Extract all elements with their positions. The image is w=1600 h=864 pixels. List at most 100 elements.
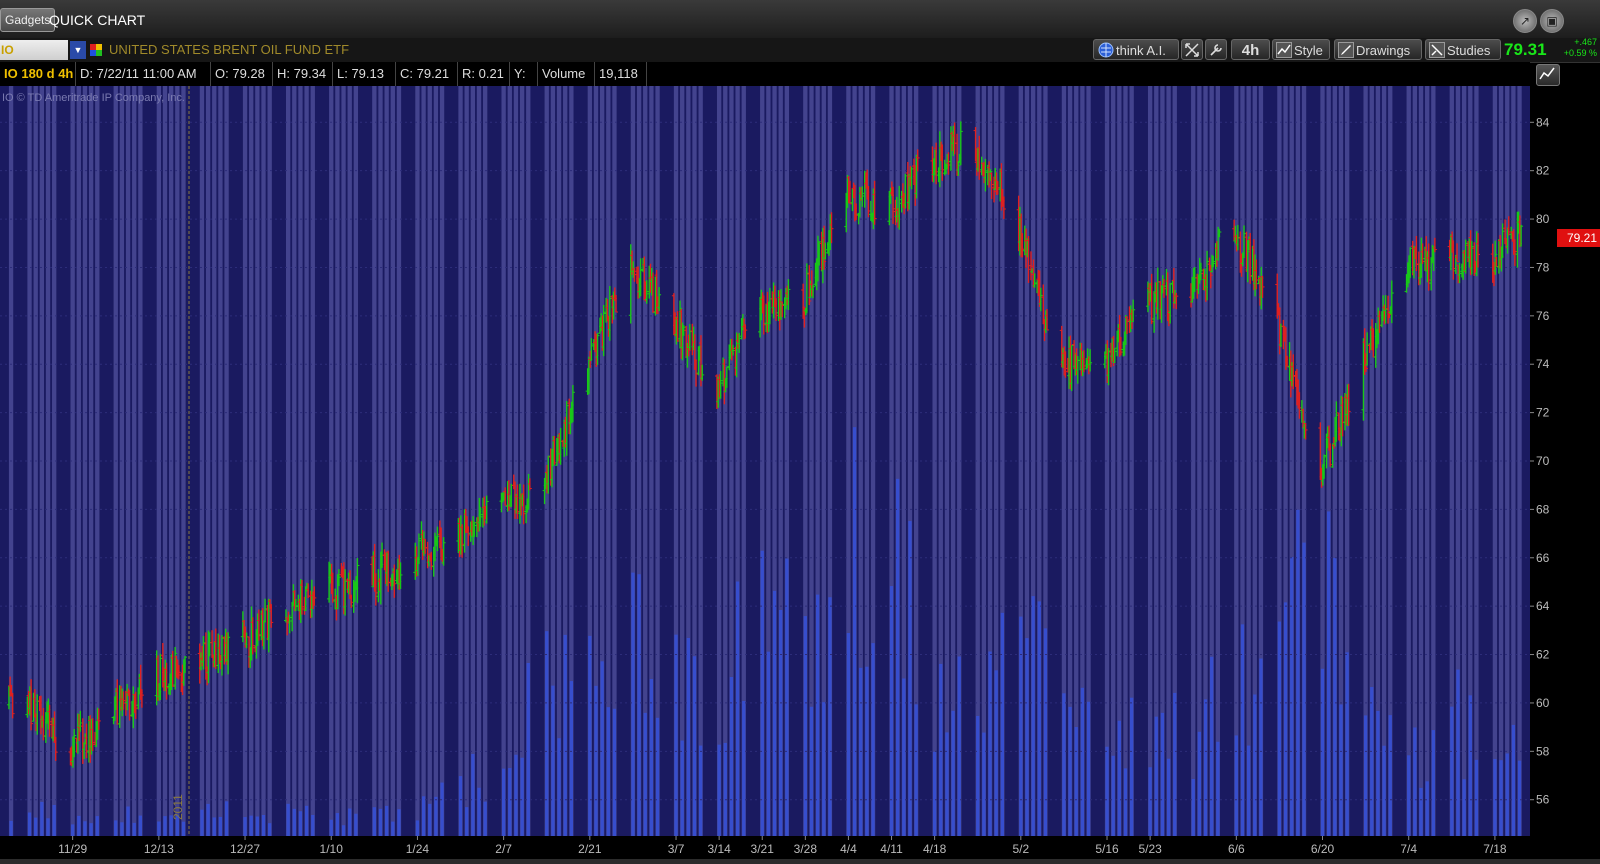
x-tick-label: 1/10 — [320, 842, 344, 856]
zoom-button[interactable] — [1181, 39, 1203, 60]
volume-bar — [1123, 768, 1128, 836]
link-color-icon[interactable] — [90, 44, 102, 56]
volume-bar — [1370, 687, 1374, 836]
volume-bar — [224, 801, 229, 836]
volume-bar — [218, 816, 223, 836]
volume-bar — [785, 558, 789, 836]
volume-bar — [1160, 712, 1165, 836]
y-tick-label: 76 — [1536, 309, 1550, 323]
style-button[interactable]: Style — [1272, 39, 1330, 60]
volume-bar — [1296, 509, 1300, 836]
pin-icon[interactable]: ↗ — [1513, 9, 1537, 33]
volume-bar — [483, 801, 487, 836]
volume-bar — [458, 776, 463, 836]
volume-bar — [1283, 602, 1288, 836]
volume-bar — [1450, 706, 1454, 836]
volume-bar — [1517, 760, 1522, 836]
volume-bar — [939, 663, 943, 836]
y-tick-label: 84 — [1536, 115, 1550, 129]
volume-bar — [976, 715, 980, 836]
volume-bar — [1363, 715, 1368, 836]
volume-bar — [40, 801, 44, 836]
gadgets-tab[interactable]: Gadgets — [0, 8, 56, 32]
volume-bar — [501, 768, 506, 836]
volume-bar — [126, 806, 130, 836]
volume-bar — [95, 816, 99, 836]
x-tick-label: 12/27 — [230, 842, 260, 856]
volume-bar — [957, 656, 961, 836]
volume-bar — [871, 643, 875, 836]
zoom-icon — [1185, 43, 1199, 57]
volume-bar — [1468, 695, 1472, 836]
settings-button[interactable] — [1205, 39, 1227, 60]
volume-bar — [1277, 621, 1282, 836]
y-tick-label: 58 — [1536, 744, 1550, 758]
y-value: Y: — [510, 62, 538, 86]
volume-bar — [1197, 731, 1202, 836]
x-tick-label: 4/11 — [880, 842, 903, 856]
volume-bar — [1148, 767, 1152, 836]
volume-bar — [1511, 724, 1516, 836]
y-tick-label: 80 — [1536, 212, 1550, 226]
y-tick-label: 60 — [1536, 696, 1550, 710]
volume-bar — [1216, 741, 1220, 836]
volume-bar — [1068, 706, 1072, 836]
volume-bar — [988, 651, 992, 836]
pencil-icon — [1338, 42, 1354, 58]
volume-bar — [378, 808, 383, 836]
line-chart-icon — [1276, 42, 1292, 58]
volume-bar — [243, 817, 247, 836]
drawings-button[interactable]: Drawings — [1334, 39, 1422, 60]
volume-bar — [434, 796, 438, 836]
volume-bar — [1062, 693, 1066, 836]
volume-bar — [551, 685, 555, 836]
globe-icon — [1098, 42, 1114, 58]
y-tick-label: 66 — [1536, 551, 1550, 565]
volume-bar — [1019, 616, 1023, 836]
volume-bar — [181, 821, 186, 836]
volume-bar — [138, 815, 143, 836]
volume-bar — [261, 815, 266, 836]
volume-bar — [896, 478, 900, 836]
volume-bar — [200, 809, 204, 836]
volume-bar — [809, 706, 814, 836]
x-tick-label: 2/21 — [578, 842, 602, 856]
copyright-text: IO © TD Ameritrade IP Company, Inc. — [2, 92, 185, 104]
volume-bar — [34, 817, 38, 836]
detach-window-icon[interactable]: ▣ — [1540, 9, 1564, 33]
volume-bar — [514, 754, 518, 836]
price-chart[interactable]: 2011 56 58 60 62 64 66 68 70 72 74 76 78 80 82 84 11/2… — [0, 86, 1600, 864]
volume-bar — [686, 637, 691, 836]
x-tick-label: 7/18 — [1483, 842, 1507, 856]
y-tick-label: 74 — [1536, 357, 1550, 371]
volume-bar — [508, 768, 512, 836]
chart-style-icon[interactable] — [1536, 64, 1560, 86]
y-tick-label: 72 — [1536, 406, 1550, 420]
volume-bar — [1259, 658, 1263, 836]
volume-bar — [1000, 612, 1005, 836]
volume-bar — [1129, 697, 1134, 836]
think-ai-label: think A.I. — [1116, 43, 1166, 58]
volume-bar — [471, 753, 475, 836]
volume-bar — [766, 651, 771, 836]
volume-bar — [569, 681, 574, 836]
x-tick-label: 5/2 — [1012, 842, 1029, 856]
symbol-input[interactable]: IO — [0, 40, 68, 60]
think-ai-button[interactable]: think A.I. — [1093, 39, 1179, 60]
volume-bar — [945, 732, 949, 836]
volume-bar — [822, 702, 826, 836]
volume-bar — [1173, 692, 1177, 836]
net-change: +.467 +0.59 % — [1563, 37, 1597, 59]
aggregation-button[interactable]: 4h — [1231, 39, 1270, 60]
volume-bar — [421, 796, 426, 836]
volume-bar — [329, 819, 333, 836]
drawings-label: Drawings — [1356, 43, 1411, 58]
studies-button[interactable]: Studies — [1425, 39, 1501, 60]
symbol-dropdown-icon[interactable]: ▼ — [70, 41, 86, 59]
period-label[interactable]: IO 180 d 4h — [0, 62, 76, 86]
x-tick-label: 11/29 — [58, 842, 87, 856]
volume-bar — [846, 633, 851, 836]
volume-bar — [428, 803, 432, 836]
bar-date: D: 7/22/11 11:00 AM — [76, 62, 211, 86]
volume-bar — [1505, 753, 1509, 836]
